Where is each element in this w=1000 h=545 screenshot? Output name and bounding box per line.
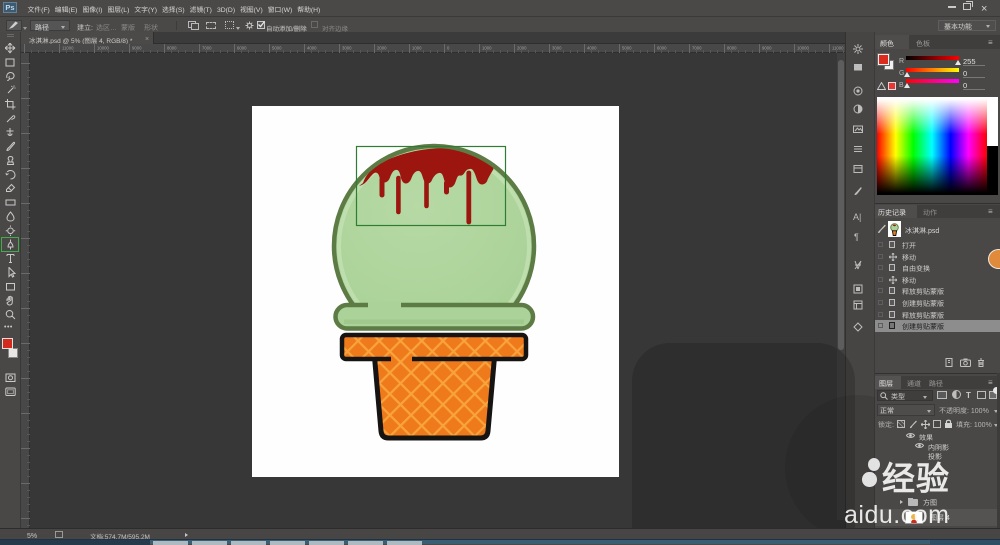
svg-text:¶: ¶ (854, 232, 859, 242)
svg-text:A|: A| (853, 212, 861, 222)
